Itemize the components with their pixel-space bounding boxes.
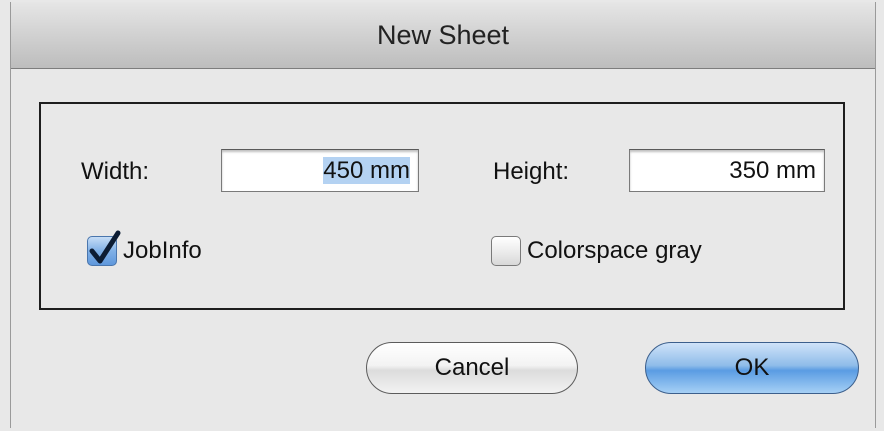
width-value: 450 mm [323,157,410,184]
width-field[interactable]: 450 mm [221,149,419,192]
cancel-button[interactable]: Cancel [366,342,578,394]
height-label: Height: [493,158,570,185]
colorspace-gray-checkbox-row[interactable]: Colorspace gray [491,236,702,266]
sheet-settings-group: Width: 450 mm Height: 350 mm JobInfo Col… [39,102,845,310]
jobinfo-checkbox-row[interactable]: JobInfo [87,230,202,266]
jobinfo-checkbox[interactable] [87,230,121,266]
width-label: Width: [81,158,150,185]
height-field[interactable]: 350 mm [629,149,825,192]
colorspace-gray-checkbox[interactable] [491,236,521,266]
dialog-title: New Sheet [376,20,510,50]
jobinfo-label: JobInfo [123,237,202,264]
checkmark-icon [89,230,121,264]
colorspace-gray-label: Colorspace gray [527,237,702,264]
dialog-titlebar[interactable]: New Sheet [11,2,875,69]
new-sheet-dialog: New Sheet Width: 450 mm Height: 350 mm J… [10,2,876,428]
ok-button[interactable]: OK [645,342,859,394]
height-value: 350 mm [729,157,816,184]
